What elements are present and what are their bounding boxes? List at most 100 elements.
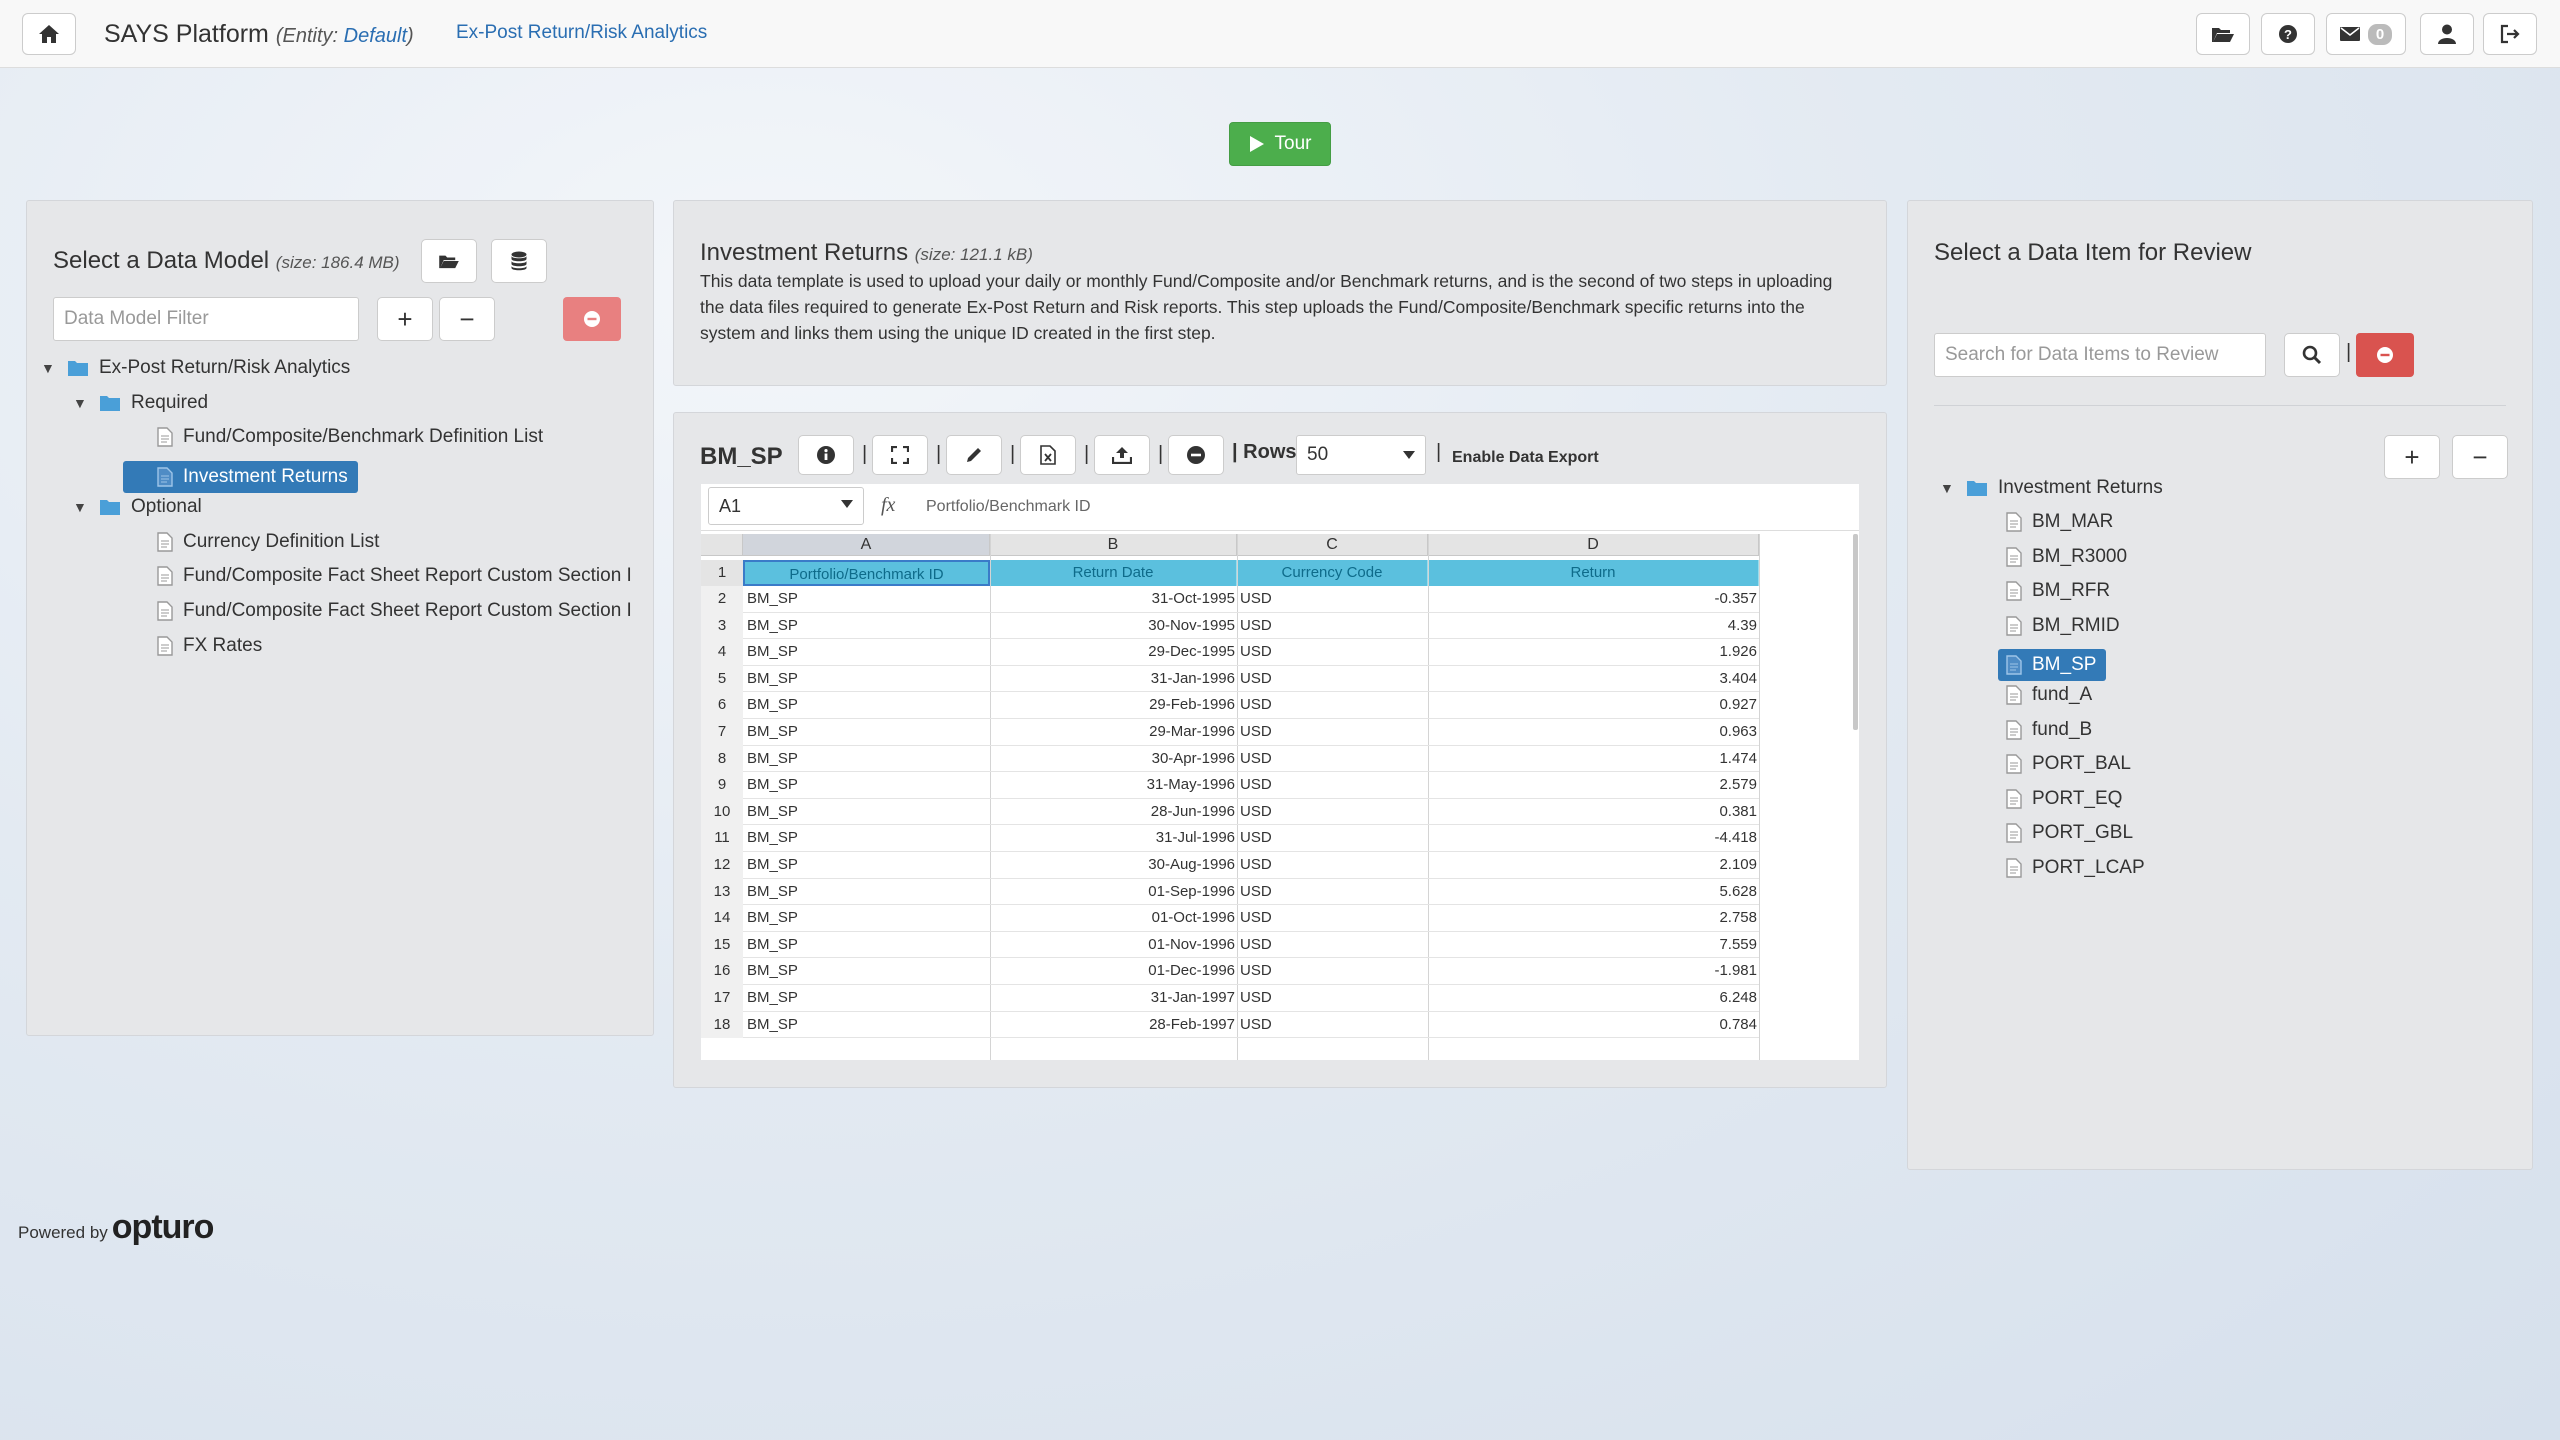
grid-cell[interactable]: 30-Aug-1996 xyxy=(992,856,1235,879)
tree-file[interactable]: Fund/Composite Fact Sheet Report Custom … xyxy=(131,565,632,587)
header-cell-portfolio-id[interactable]: Portfolio/Benchmark ID xyxy=(743,560,990,586)
grid-cell[interactable]: 29-Mar-1996 xyxy=(992,723,1235,746)
row-number[interactable]: 9 xyxy=(701,772,743,799)
export-excel-button[interactable] xyxy=(1020,435,1076,475)
grid-cell[interactable]: USD xyxy=(1240,936,1426,959)
data-item[interactable]: PORT_BAL xyxy=(2006,753,2131,775)
formula-bar[interactable]: Portfolio/Benchmark ID xyxy=(926,498,1091,516)
grid-cell[interactable]: USD xyxy=(1240,590,1426,613)
column-header-d[interactable]: D xyxy=(1428,534,1759,556)
fullscreen-button[interactable] xyxy=(872,435,928,475)
tree-file[interactable]: Fund/Composite/Benchmark Definition List xyxy=(131,426,543,448)
header-cell-return[interactable]: Return xyxy=(1428,560,1759,586)
row-number[interactable]: 10 xyxy=(701,798,743,826)
grid-cell[interactable]: 5.628 xyxy=(1430,883,1757,906)
grid-cell[interactable]: USD xyxy=(1240,643,1426,666)
grid-cell[interactable]: 29-Feb-1996 xyxy=(992,696,1235,719)
row-number[interactable]: 18 xyxy=(701,1011,743,1039)
data-item[interactable]: PORT_GBL xyxy=(2006,822,2133,844)
rows-select[interactable]: 50 xyxy=(1296,435,1426,475)
grid-cell[interactable]: 31-Jul-1996 xyxy=(992,829,1235,852)
data-model-filter-input[interactable]: Data Model Filter xyxy=(53,297,359,341)
tree-folder[interactable]: ▼ Investment Returns xyxy=(1940,477,2163,499)
grid-cell[interactable]: 28-Feb-1997 xyxy=(992,1016,1235,1039)
grid-cell[interactable]: BM_SP xyxy=(747,670,987,693)
grid-cell[interactable]: USD xyxy=(1240,962,1426,985)
delete-sheet-button[interactable] xyxy=(1168,435,1224,475)
row-number[interactable]: 6 xyxy=(701,692,743,719)
grid-cell[interactable]: BM_SP xyxy=(747,643,987,666)
grid-cell[interactable]: 01-Sep-1996 xyxy=(992,883,1235,906)
tree-folder[interactable]: ▼ Ex-Post Return/Risk Analytics xyxy=(41,357,350,379)
user-button[interactable] xyxy=(2420,13,2474,55)
corner-header[interactable] xyxy=(701,534,743,556)
tree-file[interactable]: FX Rates xyxy=(131,635,262,657)
grid-cell[interactable]: -4.418 xyxy=(1430,829,1757,852)
caret-down-icon[interactable]: ▼ xyxy=(41,360,57,376)
expand-items-button[interactable]: + xyxy=(2384,435,2440,479)
row-number[interactable]: 15 xyxy=(701,931,743,959)
tree-folder[interactable]: ▼ Required xyxy=(73,392,208,414)
expand-all-button[interactable]: + xyxy=(377,297,433,341)
grid-cell[interactable]: BM_SP xyxy=(747,1016,987,1039)
grid-cell[interactable]: -0.357 xyxy=(1430,590,1757,613)
data-item[interactable]: PORT_LCAP xyxy=(2006,857,2145,879)
grid-cell[interactable]: USD xyxy=(1240,856,1426,879)
grid-cell[interactable]: USD xyxy=(1240,909,1426,932)
search-button[interactable] xyxy=(2284,333,2340,377)
grid-cell[interactable]: 31-Jan-1996 xyxy=(992,670,1235,693)
data-item[interactable]: PORT_EQ xyxy=(2006,788,2122,810)
grid-cell[interactable]: USD xyxy=(1240,750,1426,773)
row-number[interactable]: 8 xyxy=(701,745,743,773)
caret-down-icon[interactable]: ▼ xyxy=(1940,480,1956,496)
tree-file[interactable]: Currency Definition List xyxy=(131,531,379,553)
data-item[interactable]: BM_MAR xyxy=(2006,511,2113,533)
row-number[interactable]: 5 xyxy=(701,665,743,693)
grid-cell[interactable]: USD xyxy=(1240,696,1426,719)
grid-cell[interactable]: USD xyxy=(1240,883,1426,906)
logout-button[interactable] xyxy=(2483,13,2537,55)
data-item[interactable]: BM_RFR xyxy=(2006,580,2110,602)
nav-link-analytics[interactable]: Ex-Post Return/Risk Analytics xyxy=(456,22,707,44)
row-number[interactable]: 14 xyxy=(701,905,743,932)
grid-cell[interactable]: 4.39 xyxy=(1430,617,1757,640)
grid-cell[interactable]: 2.579 xyxy=(1430,776,1757,799)
sheet-info-button[interactable] xyxy=(798,435,854,475)
grid-cell[interactable]: 0.381 xyxy=(1430,803,1757,826)
row-number[interactable]: 4 xyxy=(701,639,743,666)
row-number[interactable]: 13 xyxy=(701,878,743,906)
data-item[interactable]: fund_A xyxy=(2006,684,2092,706)
row-number[interactable]: 12 xyxy=(701,852,743,879)
row-number[interactable]: 17 xyxy=(701,985,743,1012)
grid-cell[interactable]: 6.248 xyxy=(1430,989,1757,1012)
home-button[interactable] xyxy=(22,13,76,55)
grid-cell[interactable]: BM_SP xyxy=(747,617,987,640)
grid-scrollbar[interactable] xyxy=(1853,534,1858,730)
grid-cell[interactable]: BM_SP xyxy=(747,750,987,773)
grid-cell[interactable]: -1.981 xyxy=(1430,962,1757,985)
grid-cell[interactable]: USD xyxy=(1240,989,1426,1012)
grid-cell[interactable]: 1.926 xyxy=(1430,643,1757,666)
data-item[interactable]: fund_B xyxy=(2006,719,2092,741)
grid-cell[interactable]: BM_SP xyxy=(747,590,987,613)
row-number[interactable]: 16 xyxy=(701,958,743,985)
grid-cell[interactable]: 30-Nov-1995 xyxy=(992,617,1235,640)
header-cell-currency-code[interactable]: Currency Code xyxy=(1237,560,1428,586)
grid-cell[interactable]: 01-Dec-1996 xyxy=(992,962,1235,985)
row-number[interactable]: 2 xyxy=(701,586,743,613)
grid-cell[interactable]: BM_SP xyxy=(747,883,987,906)
row-number[interactable]: 3 xyxy=(701,612,743,640)
grid-cell[interactable]: 2.758 xyxy=(1430,909,1757,932)
open-folder-button[interactable] xyxy=(2196,13,2250,55)
grid-cell[interactable]: USD xyxy=(1240,723,1426,746)
data-item-search-input[interactable]: Search for Data Items to Review xyxy=(1934,333,2266,377)
clear-filter-button[interactable] xyxy=(563,297,621,341)
messages-button[interactable]: 0 xyxy=(2326,13,2406,55)
grid-cell[interactable]: 0.927 xyxy=(1430,696,1757,719)
grid-cell[interactable]: 28-Jun-1996 xyxy=(992,803,1235,826)
data-item[interactable]: BM_RMID xyxy=(2006,615,2120,637)
grid-cell[interactable]: 01-Oct-1996 xyxy=(992,909,1235,932)
grid-cell[interactable]: USD xyxy=(1240,1016,1426,1039)
grid-cell[interactable]: 0.963 xyxy=(1430,723,1757,746)
grid-cell[interactable]: BM_SP xyxy=(747,856,987,879)
